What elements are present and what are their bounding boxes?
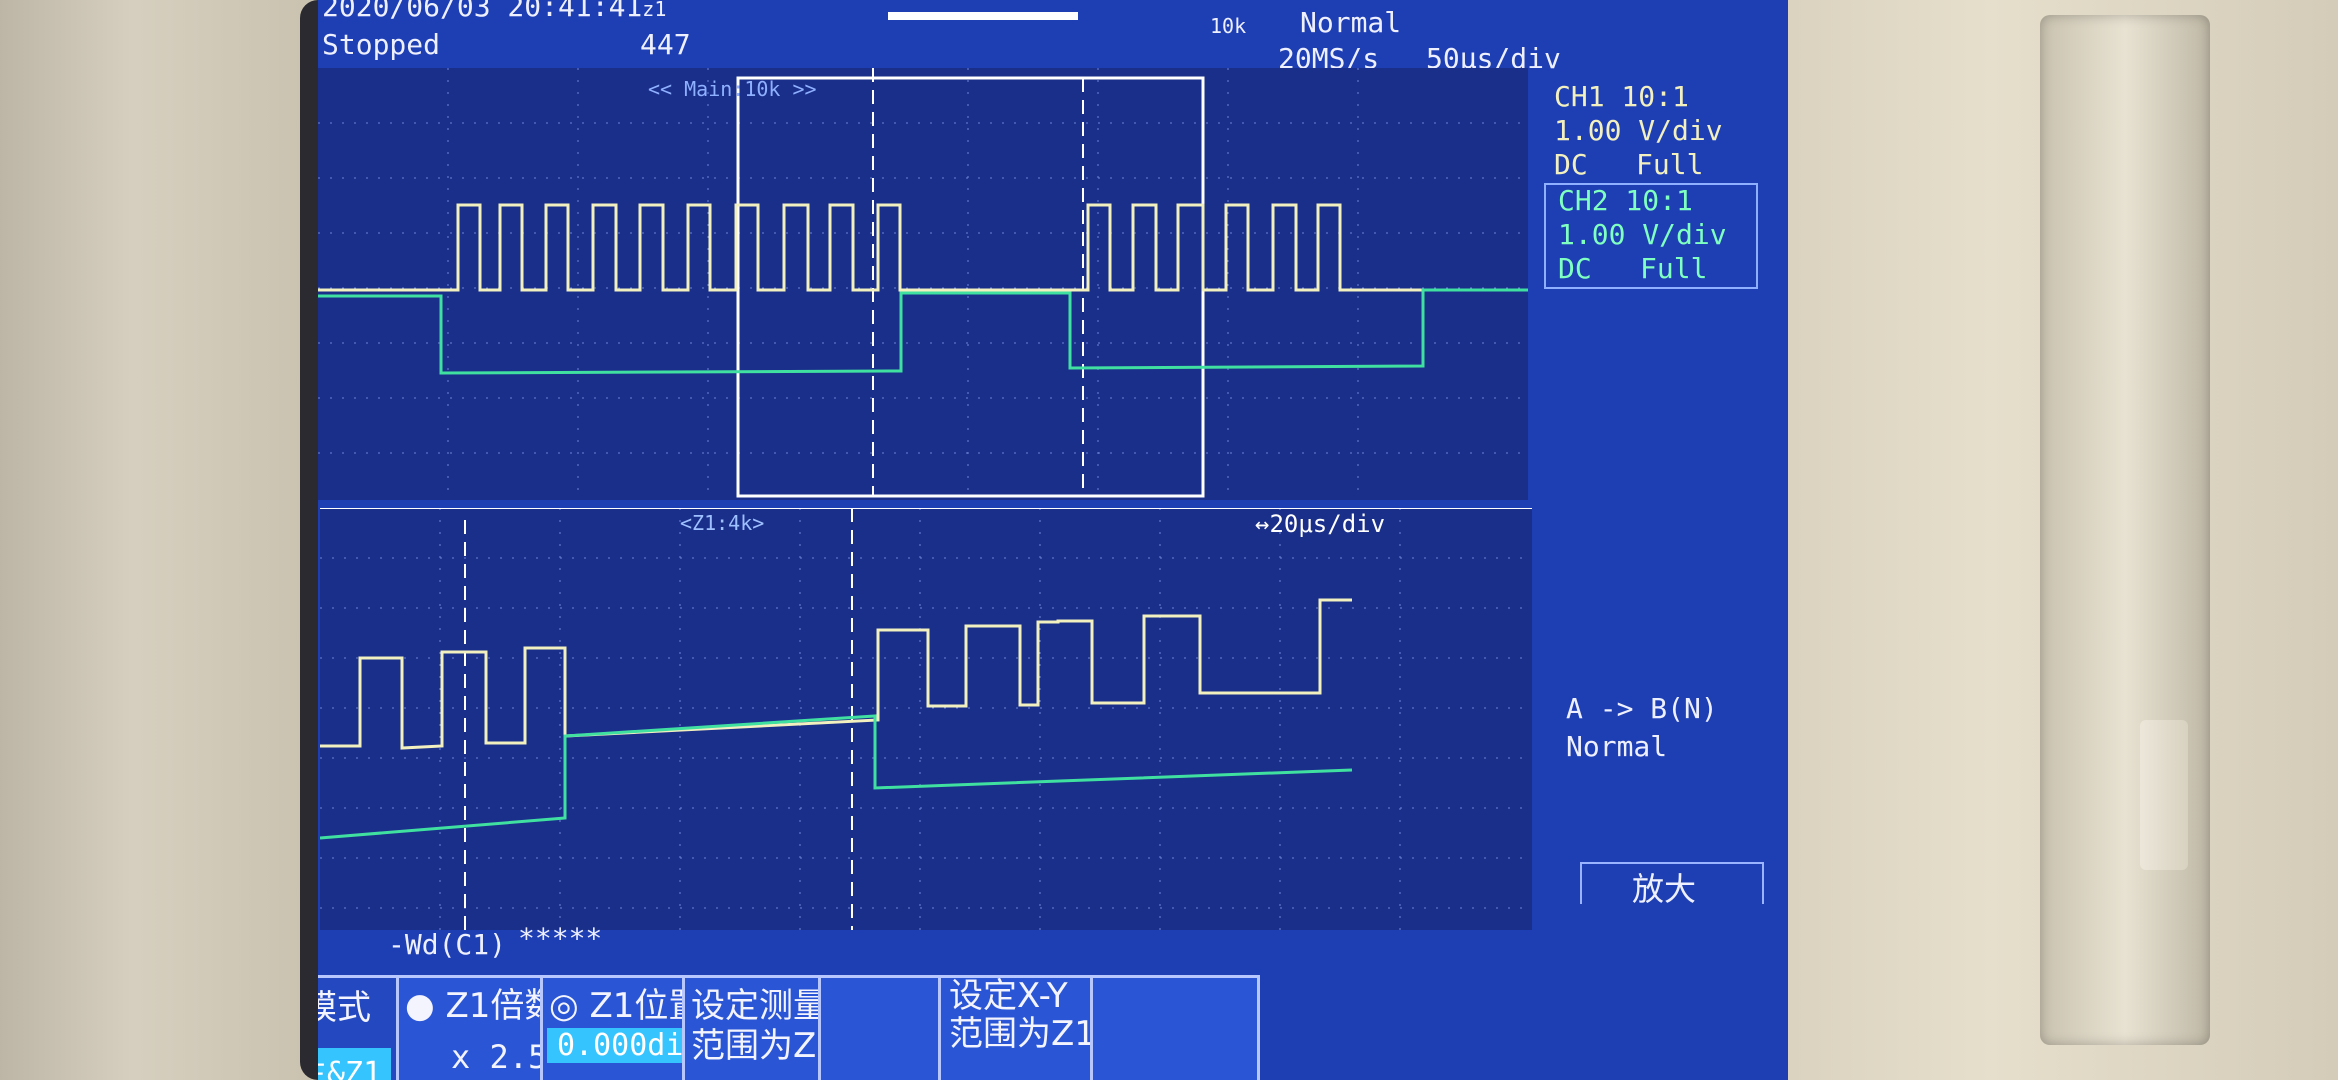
trigger-mode: Normal: [1300, 6, 1402, 39]
ch2-bandwidth: Full: [1640, 252, 1708, 285]
softkey-zoom-position-title: ◎ Z1位置: [549, 986, 703, 1026]
acquisition-status: Stopped: [322, 28, 441, 61]
ch1-scale: 1.00 V/div: [1554, 114, 1723, 147]
ch1-trace-zoom: [320, 598, 1352, 750]
main-window-label: << Main:10k >>: [648, 77, 817, 101]
softkey-zoom-factor-value: x 2.5: [451, 1038, 548, 1076]
trigger-condition: A -> B(N): [1566, 692, 1718, 725]
knob-icon: ●: [405, 986, 435, 1026]
softkey-mode-value: 主&Z1: [318, 1048, 392, 1080]
zoom-menu-title: 放大: [1632, 870, 1697, 908]
softkey-zoom-factor-title: ● Z1倍数: [405, 986, 559, 1026]
ch2-scale: 1.00 V/div: [1558, 218, 1727, 251]
floppy-eject-button[interactable]: [2140, 720, 2188, 870]
zoom-timebase: ↔20μs/div: [1255, 510, 1385, 538]
record-position-bar: [888, 12, 1078, 20]
measurement-label: -Wd(C1): [388, 928, 507, 961]
oscilloscope-screen: 2020/06/03 20:41:41z1 Stopped 447 10k No…: [318, 0, 1788, 1080]
side-trigger-mode: Normal: [1566, 730, 1668, 763]
ch1-trace-main: [318, 203, 1528, 292]
ch1-coupling: DC: [1554, 148, 1588, 181]
ch2-probe: CH2 10:1: [1558, 184, 1693, 217]
measurement-value: *****: [518, 922, 603, 955]
trigger-marker: T: [871, 68, 884, 72]
main-waveform-area[interactable]: << Main:10k >> T: [318, 68, 1528, 500]
softkey-blank[interactable]: [818, 975, 948, 1080]
zoom-waveform-svg: <Z1:4k> ↔20μs/div: [320, 508, 1532, 930]
ch2-trace-zoom: [320, 714, 1353, 840]
softkey-set-xy-range[interactable]: 设定X-Y 范围为Z1: [938, 975, 1098, 1080]
softkey-mode-title: 模式: [318, 988, 371, 1028]
acquisition-count: 447: [640, 28, 691, 61]
softkey-set-xy-line2: 范围为Z1: [949, 1014, 1096, 1054]
ch1-bandwidth: Full: [1636, 148, 1704, 181]
floppy-drive-slot[interactable]: [2040, 15, 2210, 1045]
knob-select-icon: ◎: [549, 986, 579, 1026]
ch2-coupling: DC: [1558, 252, 1592, 285]
main-waveform-svg: << Main:10k >> T: [318, 68, 1528, 500]
zoom-waveform-area[interactable]: <Z1:4k> ↔20μs/div: [320, 508, 1532, 930]
softkey-set-measure-line2: 范围为Z1: [691, 1026, 838, 1066]
datetime-readout: 2020/06/03 20:41:41z1: [322, 0, 667, 23]
ch1-probe: CH1 10:1: [1554, 80, 1689, 113]
ch2-trace-main: [318, 288, 1528, 375]
monitor-bezel-left: [0, 0, 330, 1080]
softkey-empty[interactable]: [1090, 975, 1260, 1080]
record-length: 10k: [1210, 14, 1247, 38]
zoom-window-label: <Z1:4k>: [680, 511, 764, 535]
